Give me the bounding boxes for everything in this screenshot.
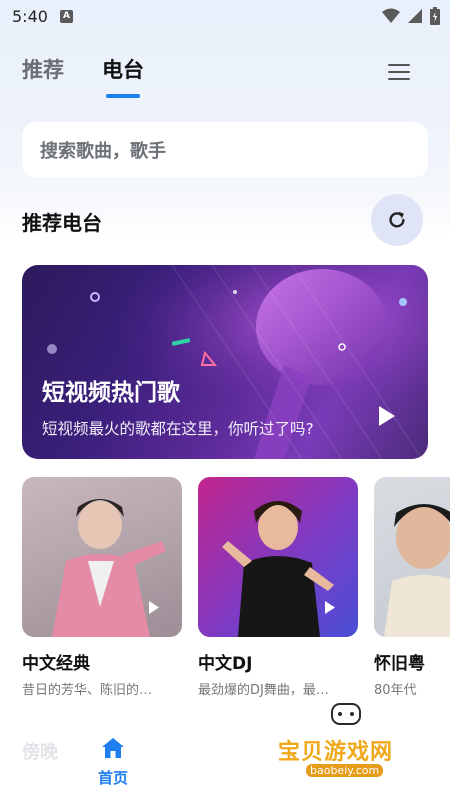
menu-icon[interactable]	[388, 64, 410, 80]
banner-title: 短视频热门歌	[42, 380, 180, 406]
watermark-logo: 宝贝游戏网 baobeiy.com	[266, 700, 426, 796]
card-cover-image	[22, 477, 182, 637]
play-icon[interactable]	[378, 405, 396, 427]
status-time: 5:40	[12, 6, 48, 26]
radio-card[interactable]: 中文经典 昔日的芳华、陈旧的…	[22, 477, 182, 698]
refresh-button[interactable]	[371, 194, 423, 246]
card-title: 怀旧粤	[374, 654, 425, 674]
card-title: 中文经典	[22, 654, 90, 674]
card-description: 最劲爆的DJ舞曲，最…	[198, 683, 329, 698]
card-title: 中文DJ	[198, 654, 253, 674]
play-icon[interactable]	[324, 600, 336, 615]
tab-radio[interactable]: 电台	[102, 54, 144, 98]
play-icon[interactable]	[148, 600, 160, 615]
faded-section-label: 傍晚	[22, 742, 58, 763]
search-placeholder: 搜索歌曲，歌手	[40, 141, 166, 162]
top-tabs: 推荐 电台	[22, 54, 144, 98]
card-description: 80年代	[374, 683, 417, 698]
wifi-icon	[382, 8, 400, 23]
nav-home-label: 首页	[97, 769, 128, 787]
featured-banner[interactable]: 短视频热门歌 短视频最火的歌都在这里，你听过了吗?	[22, 265, 428, 459]
section-title: 推荐电台	[22, 211, 102, 235]
refresh-icon	[389, 211, 405, 228]
tab-recommend[interactable]: 推荐	[22, 54, 64, 84]
card-cover-image	[198, 477, 358, 637]
radio-card[interactable]: 怀旧粤 80年代	[374, 477, 450, 698]
card-cover-image	[374, 477, 450, 637]
nav-home[interactable]: 首页	[90, 737, 136, 788]
status-bar: 5:40 A	[0, 0, 450, 32]
search-input[interactable]: 搜索歌曲，歌手	[22, 122, 428, 178]
battery-icon	[430, 7, 440, 25]
banner-subtitle: 短视频最火的歌都在这里，你听过了吗?	[42, 420, 314, 438]
watermark-text: 宝贝游戏网	[278, 740, 394, 765]
watermark-url: baobeiy.com	[306, 764, 384, 777]
status-icons	[382, 7, 440, 25]
radio-card-list: 中文经典 昔日的芳华、陈旧的… 中文DJ 最劲爆的DJ舞曲，最… 怀旧粤 80年…	[22, 477, 450, 699]
radio-card[interactable]: 中文DJ 最劲爆的DJ舞曲，最…	[198, 477, 358, 698]
app-notification-icon: A	[59, 9, 73, 23]
signal-icon	[408, 9, 422, 23]
home-icon	[102, 738, 124, 758]
card-description: 昔日的芳华、陈旧的…	[22, 683, 153, 698]
